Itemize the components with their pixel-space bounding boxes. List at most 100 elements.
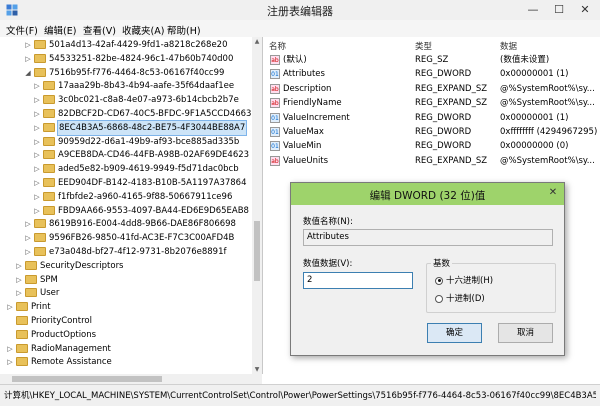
value-row[interactable]: 01 ValueIncrement REG_DWORD 0x00000001 (1) [263, 111, 600, 125]
value-row[interactable]: 01 ValueMax REG_DWORD 0xffffffff (429496729… [263, 125, 600, 139]
expand-arrow-icon[interactable]: ▷ [33, 176, 41, 190]
value-row[interactable]: ab ValueUnits REG_EXPAND_SZ @%SystemRoot%\s… [263, 154, 600, 168]
value-row[interactable]: ab FriendlyName REG_EXPAND_SZ @%SystemRoot%… [263, 96, 600, 110]
tree-node-label[interactable]: User [40, 286, 59, 300]
value-type: REG_EXPAND_SZ [415, 98, 488, 109]
expand-arrow-icon[interactable]: ▷ [24, 231, 32, 245]
value-type: REG_DWORD [415, 127, 472, 137]
column-header-data[interactable]: 数据 [500, 40, 517, 52]
folder-icon [43, 164, 55, 174]
hscrollbar-thumb[interactable] [12, 376, 162, 382]
expand-arrow-icon[interactable]: ▷ [33, 135, 41, 149]
expand-arrow-icon[interactable]: ▷ [33, 148, 41, 162]
expand-arrow-icon[interactable]: ▷ [6, 300, 14, 314]
tree-node-label[interactable]: Print [31, 300, 51, 314]
maximize-button[interactable]: ☐ [546, 0, 572, 20]
expand-arrow-icon[interactable]: ▷ [33, 162, 41, 176]
tree-node-label[interactable]: 3c0bc021-c8a8-4e07-a973-6b14cbcb2b7e [58, 93, 239, 107]
tree-node-label[interactable]: FBD9AA66-9553-4097-BA44-ED6E9D65EAB8 [58, 204, 249, 218]
expand-arrow-icon[interactable]: ▷ [15, 273, 23, 287]
folder-icon [43, 109, 55, 118]
menu-favorites[interactable]: 收藏夹(A) [122, 23, 164, 37]
tree-node-label[interactable]: ProductOptions [31, 328, 96, 342]
expand-arrow-icon[interactable]: ▷ [24, 245, 32, 259]
expand-arrow-icon[interactable]: ▷ [24, 38, 32, 52]
value-name[interactable]: ValueUnits [283, 154, 328, 168]
expand-arrow-icon[interactable]: ▷ [6, 342, 14, 356]
expand-arrow-icon[interactable]: ▷ [33, 204, 41, 218]
tree-node-label[interactable]: 54533251-82be-4824-96c1-47b60b740d00 [49, 52, 233, 66]
folder-icon [43, 122, 55, 132]
radio-dot-icon[interactable] [435, 276, 443, 285]
collapse-arrow-icon[interactable]: ◢ [24, 66, 32, 80]
folder-icon [34, 40, 46, 49]
registry-tree[interactable]: ▷ 501a4d13-42af-4429-9fd1-a8218c268e20 ▷ 54… [0, 37, 263, 374]
value-name[interactable]: Attributes [283, 67, 325, 81]
tree-horizontal-scrollbar[interactable] [0, 374, 262, 384]
scroll-up-icon[interactable]: ▲ [252, 38, 262, 45]
tree-scrollbar[interactable]: ▲ ▼ [252, 37, 262, 374]
tree-node-label[interactable]: 8EC4B3A5-6868-48c2-BE75-4F3044BE88A7 [56, 119, 248, 136]
expand-arrow-icon[interactable]: ▷ [24, 217, 32, 231]
value-row[interactable]: ab (默认) REG_SZ (数值未设置) [263, 53, 600, 67]
registry-path: 计算机\HKEY_LOCAL_MACHINE\SYSTEM\CurrentCon… [4, 391, 596, 401]
tree-node-label[interactable]: SPM [40, 273, 58, 287]
value-row[interactable]: 01 ValueMin REG_DWORD 0x00000000 (0) [263, 139, 600, 153]
value-name[interactable]: (默认) [283, 53, 307, 67]
folder-icon [16, 316, 28, 325]
close-button[interactable]: ✕ [572, 0, 598, 20]
expand-arrow-icon[interactable]: ▷ [33, 93, 41, 107]
cancel-button[interactable]: 取消 [498, 323, 553, 343]
ok-button[interactable]: 确定 [427, 323, 482, 343]
folder-icon [16, 343, 28, 353]
tree-node-label[interactable]: 82DBCF2D-CD67-40C5-BFDC-9F1A5CCD4663 [58, 107, 251, 121]
value-name[interactable]: ValueMin [283, 139, 321, 153]
tree-node-label[interactable]: 7516b95f-f776-4464-8c53-06167f40cc99 [49, 66, 224, 80]
expand-arrow-icon[interactable]: ▷ [15, 259, 23, 273]
value-row[interactable]: ab Description REG_EXPAND_SZ @%SystemRoot%\… [263, 82, 600, 96]
menu-help[interactable]: 帮助(H) [167, 23, 201, 37]
tree-node-label[interactable]: 8619B916-E004-4dd8-9B66-DAE86F806698 [49, 217, 236, 231]
tree-node-label[interactable]: SecurityDescriptors [40, 259, 124, 273]
value-name[interactable]: FriendlyName [283, 96, 342, 110]
expand-arrow-icon[interactable]: ▷ [33, 107, 41, 121]
tree-node-label[interactable]: e73a048d-bf27-4f12-9731-8b2076e8891f [49, 245, 226, 259]
column-header-name[interactable]: 名称 [269, 40, 286, 52]
tree-node-label[interactable]: aded5e82-b909-4619-9949-f5d71dac0bcb [58, 162, 239, 176]
radio-decimal[interactable]: 十进制(D) [435, 292, 485, 304]
tree-node-label[interactable]: EED904DF-B142-4183-B10B-5A1197A37864 [58, 176, 246, 190]
column-header-type[interactable]: 类型 [415, 40, 432, 52]
value-name[interactable]: ValueIncrement [283, 111, 350, 125]
dialog-close-icon[interactable]: ✕ [547, 187, 559, 199]
expand-arrow-icon[interactable]: ▷ [24, 52, 32, 66]
folder-icon [43, 150, 55, 160]
menu-view[interactable]: 查看(V) [83, 23, 116, 37]
value-row[interactable]: 01 Attributes REG_DWORD 0x00000001 (1) [263, 67, 600, 81]
tree-node-label[interactable]: A9CEB8DA-CD46-44FB-A98B-02AF69DE4623 [58, 148, 249, 162]
expand-arrow-icon[interactable]: ▷ [33, 121, 41, 135]
tree-node-label[interactable]: PriorityControl [31, 314, 92, 328]
value-name[interactable]: Description [283, 82, 331, 96]
tree-node-label[interactable]: 17aaa29b-8b43-4b94-aafe-35f64daaf1ee [58, 79, 234, 93]
menu-file[interactable]: 文件(F) [6, 23, 38, 37]
scroll-down-icon[interactable]: ▼ [252, 366, 262, 373]
minimize-button[interactable]: — [520, 0, 546, 20]
base-group: 基数 十六进制(H) 十进制(D) [426, 257, 556, 313]
scrollbar-thumb[interactable] [254, 221, 260, 281]
tree-node-label[interactable]: Remote Assistance [31, 355, 112, 369]
radio-hexadecimal[interactable]: 十六进制(H) [435, 274, 493, 286]
tree-node-label[interactable]: 501a4d13-42af-4429-9fd1-a8218c268e20 [49, 38, 228, 52]
expand-arrow-icon[interactable]: ▷ [6, 355, 14, 369]
tree-node-label[interactable]: f1fbfde2-a960-4165-9f88-50667911ce96 [58, 190, 232, 204]
value-type: REG_DWORD [415, 112, 472, 123]
value-data-input[interactable]: 2 [303, 272, 413, 289]
tree-node-label[interactable]: 90959d22-d6a1-49b9-af93-bce885ad335b [58, 135, 239, 149]
menu-edit[interactable]: 编辑(E) [44, 23, 76, 37]
tree-node-label[interactable]: RadioManagement [31, 342, 111, 356]
value-name[interactable]: ValueMax [283, 125, 324, 139]
tree-node-label[interactable]: 9596FB26-9850-41fd-AC3E-F7C3C00AFD4B [49, 231, 234, 245]
radio-dot-icon[interactable] [435, 294, 443, 303]
expand-arrow-icon[interactable]: ▷ [33, 79, 41, 93]
expand-arrow-icon[interactable]: ▷ [33, 190, 41, 204]
expand-arrow-icon[interactable]: ▷ [15, 286, 23, 300]
